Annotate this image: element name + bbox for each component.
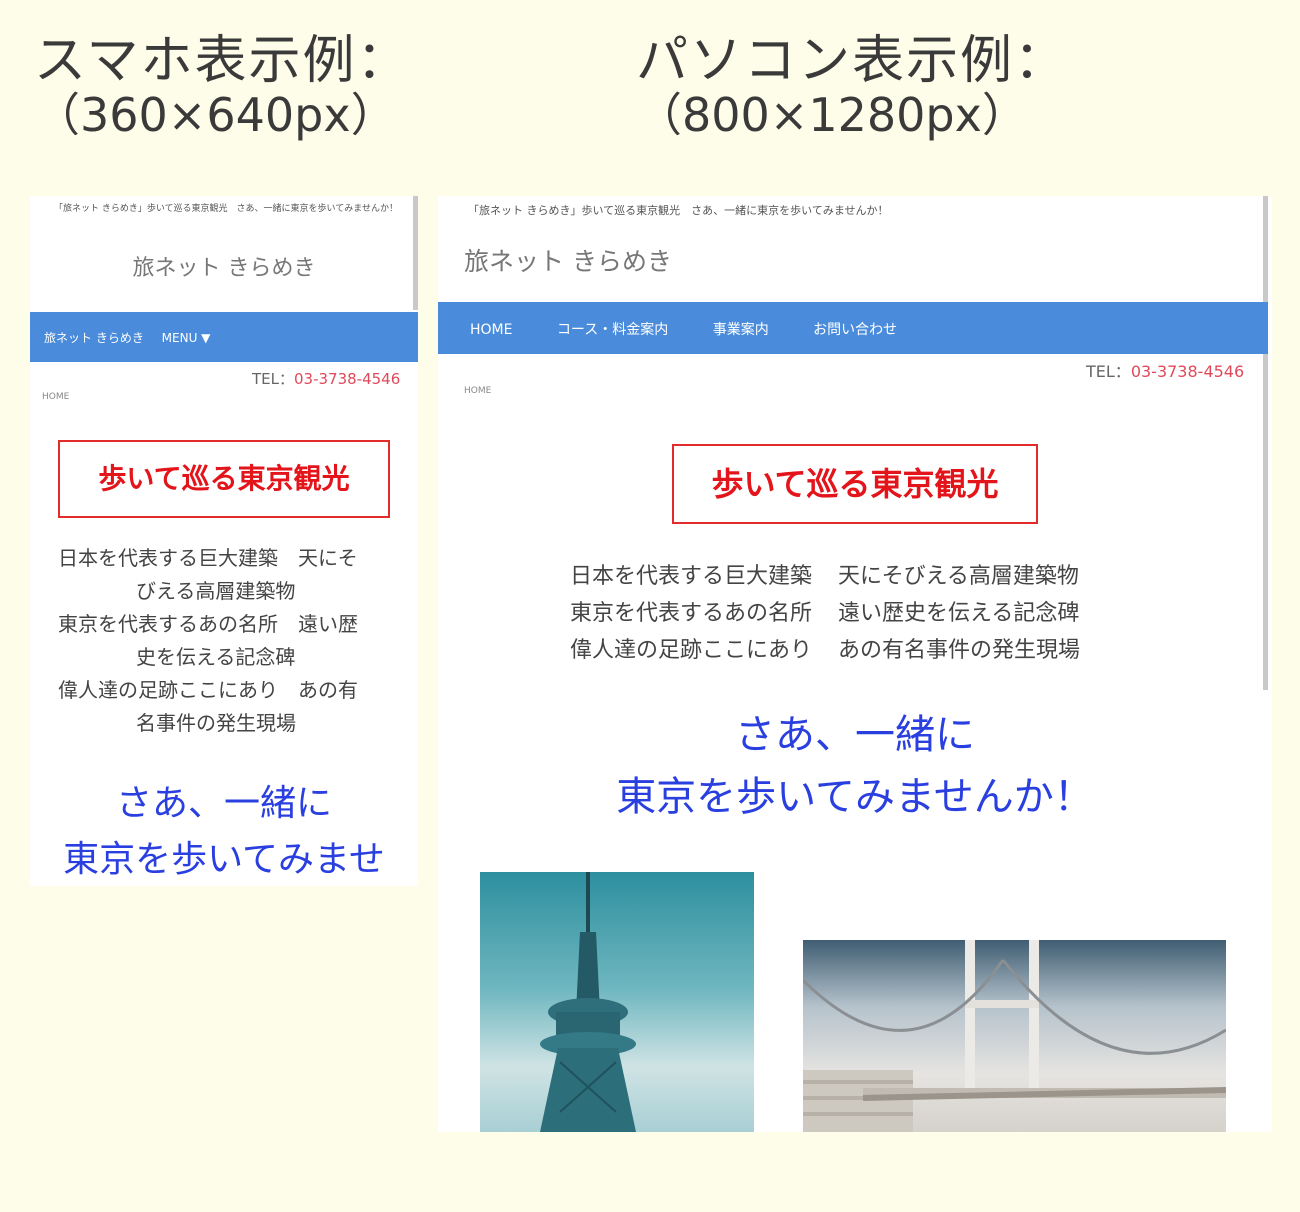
- intro-line: 名事件の発生現場: [136, 711, 296, 735]
- nav-item-contact[interactable]: お問い合わせ: [813, 322, 897, 338]
- headline-box: 歩いて巡る東京観光: [58, 440, 390, 518]
- invite-line-2: 東京を歩いてみませんか！: [616, 774, 1094, 820]
- main-nav-bar: HOME コース・料金案内 事業案内 お問い合わせ: [438, 302, 1268, 354]
- intro-row: 偉人達の足跡ここにあり あの有名事件の発生現場: [570, 632, 1080, 669]
- site-tagline: 「旅ネット きらめき」歩いて巡る東京観光 さあ、一緒に東京を歩いてみませんか！: [53, 204, 399, 214]
- nav-item-course[interactable]: コース・料金案内: [557, 322, 668, 338]
- intro-phrase: あの有名事件の発生現場: [838, 638, 1081, 663]
- invite-message: さあ、一緒に 東京を歩いてみませ: [30, 776, 418, 886]
- pc-caption-title: パソコン表示例：: [636, 31, 1069, 91]
- bridge-illustration: [803, 940, 1226, 1132]
- nav-item-home[interactable]: HOME: [470, 322, 512, 338]
- invite-message: さあ、一緒に 東京を歩いてみませんか！: [438, 704, 1272, 828]
- tel-info: TEL：03-3738-4546: [1086, 358, 1244, 382]
- invite-line-1: さあ、一緒に: [735, 712, 975, 758]
- intro-phrase: 天にそびえる高層建築物: [838, 564, 1079, 589]
- intro-phrase: 遠い歴史を伝える記念碑: [838, 601, 1080, 626]
- intro-phrase: 日本を代表する巨大建築: [570, 564, 813, 589]
- invite-line-2: 東京を歩いてみませ: [63, 839, 385, 880]
- tel-number[interactable]: 03-3738-4546: [1131, 362, 1244, 381]
- skytree-illustration: [540, 872, 636, 1132]
- pc-preview: 「旅ネット きらめき」歩いて巡る東京観光 さあ、一緒に東京を歩いてみませんか！ …: [438, 196, 1272, 1132]
- bridge-photo: [803, 940, 1226, 1132]
- tel-number[interactable]: 03-3738-4546: [294, 370, 400, 388]
- intro-phrase: 東京を代表するあの名所: [570, 601, 813, 626]
- intro-text: 日本を代表する巨大建築 天にそ びえる高層建築物 東京を代表するあの名所 遠い歴…: [58, 542, 398, 740]
- site-tagline: 「旅ネット きらめき」歩いて巡る東京観光 さあ、一緒に東京を歩いてみませんか！: [468, 204, 889, 217]
- smartphone-caption: スマホ表示例： （360×640px）: [34, 34, 410, 139]
- mobile-nav-bar: 旅ネット きらめき MENU ▼: [30, 312, 418, 362]
- intro-line: 日本を代表する巨大建築 天にそ: [58, 546, 358, 570]
- intro-line: びえる高層建築物: [136, 579, 296, 603]
- intro-text: 日本を代表する巨大建築 天にそびえる高層建築物 東京を代表するあの名所 遠い歴史を伝…: [570, 558, 1080, 669]
- tel-label: TEL：: [252, 370, 294, 388]
- breadcrumb[interactable]: HOME: [464, 386, 491, 396]
- smartphone-caption-size: （360×640px）: [34, 87, 397, 142]
- intro-line: 偉人達の足跡ここにあり あの有: [58, 678, 358, 702]
- intro-line: 東京を代表するあの名所 遠い歴: [58, 612, 358, 636]
- scrollbar[interactable]: [413, 196, 418, 310]
- intro-row: 日本を代表する巨大建築 天にそびえる高層建築物: [570, 558, 1080, 595]
- menu-toggle-button[interactable]: MENU ▼: [162, 331, 211, 345]
- breadcrumb[interactable]: HOME: [42, 392, 69, 402]
- intro-row: 東京を代表するあの名所 遠い歴史を伝える記念碑: [570, 595, 1080, 632]
- site-name[interactable]: 旅ネット きらめき: [464, 242, 672, 278]
- pc-caption-size: （800×1280px）: [636, 87, 1028, 142]
- smartphone-preview: 「旅ネット きらめき」歩いて巡る東京観光 さあ、一緒に東京を歩いてみませんか！ …: [30, 196, 418, 886]
- invite-line-1: さあ、一緒に: [115, 783, 332, 824]
- intro-line: 史を伝える記念碑: [136, 645, 296, 669]
- scrollbar[interactable]: [1263, 196, 1268, 690]
- site-name[interactable]: 旅ネット きらめき: [30, 250, 418, 282]
- intro-phrase: 偉人達の足跡ここにあり: [570, 638, 813, 663]
- tel-label: TEL：: [1086, 362, 1131, 381]
- nav-item-business[interactable]: 事業案内: [713, 322, 769, 338]
- nav-brand[interactable]: 旅ネット きらめき: [44, 331, 144, 345]
- smartphone-caption-title: スマホ表示例：: [34, 31, 411, 91]
- headline-box: 歩いて巡る東京観光: [672, 444, 1038, 524]
- pc-caption: パソコン表示例： （800×1280px）: [636, 34, 1068, 139]
- skytree-photo: [480, 872, 754, 1132]
- tel-info: TEL：03-3738-4546: [252, 368, 400, 389]
